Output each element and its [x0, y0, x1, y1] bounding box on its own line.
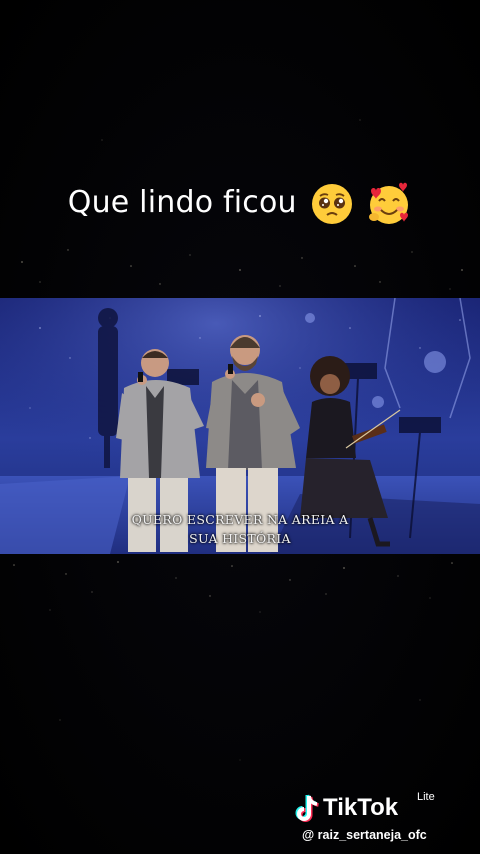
subtitle-line-1: QUERO ESCREVER NA AREIA A	[131, 512, 349, 527]
creator-username: @ raiz_sertaneja_ofc	[302, 828, 427, 842]
tiktok-logo-icon	[295, 794, 319, 822]
caption-text: Que lindo ficou	[67, 185, 297, 220]
embedded-video[interactable]: QUERO ESCREVER NA AREIA A SUA HISTÓRIA	[0, 298, 480, 554]
tiktok-watermark: TikTok Lite @ raiz_sertaneja_ofc	[294, 790, 464, 846]
pleading-face-icon	[311, 183, 352, 224]
video-subtitles: QUERO ESCREVER NA AREIA A SUA HISTÓRIA	[0, 510, 480, 548]
video-caption: Que lindo ficou	[0, 180, 480, 227]
tiktok-lite-tag: Lite	[417, 791, 435, 803]
subtitle-line-2: SUA HISTÓRIA	[189, 531, 291, 546]
smiling-face-with-hearts-icon	[369, 182, 409, 224]
video-player-screen[interactable]: Que lindo ficou QUERO ESCREVER NA AREIA …	[0, 0, 480, 854]
tiktok-brand-name: TikTok	[323, 794, 399, 821]
